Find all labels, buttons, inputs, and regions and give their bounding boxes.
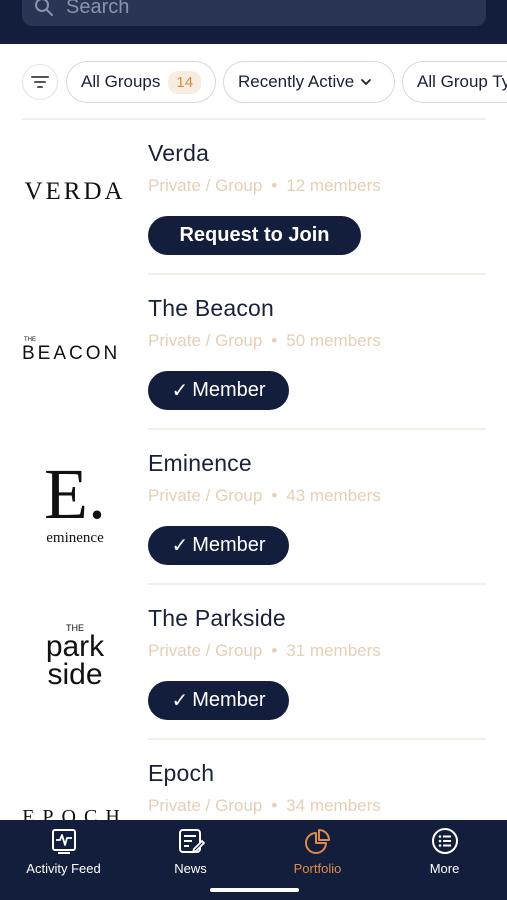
group-name: Verda — [148, 140, 210, 166]
tab-more[interactable]: More — [381, 820, 507, 882]
group-item-epoch[interactable]: EPOCH Epoch Private / Group • 34 members — [0, 740, 507, 820]
group-meta: Private / Group • 43 members — [148, 486, 381, 505]
parkside-logo: THE park side — [45, 623, 105, 691]
group-meta: Private / Group • 50 members — [148, 331, 381, 350]
group-type-chip[interactable]: All Group Types — [402, 61, 507, 103]
group-meta: Private / Group • 31 members — [148, 641, 381, 660]
search-icon — [35, 0, 53, 16]
home-indicator — [210, 888, 299, 892]
group-meta: Private / Group • 12 members — [148, 176, 381, 195]
group-item-the-parkside[interactable]: THE park side The Parkside Private / Gro… — [0, 585, 507, 740]
eminence-logo: E. eminence — [44, 453, 106, 546]
tab-label: News — [174, 861, 207, 876]
beacon-logo: THE BEACON — [22, 337, 121, 364]
portfolio-icon — [304, 829, 330, 854]
all-groups-label: All Groups — [81, 72, 161, 91]
filter-icon — [31, 76, 49, 88]
search-input[interactable] — [66, 0, 446, 19]
filter-button[interactable] — [22, 64, 58, 100]
all-groups-chip[interactable]: All Groups 14 — [66, 61, 216, 103]
group-count-badge: 14 — [168, 70, 202, 94]
sort-chip[interactable]: Recently Active — [223, 61, 395, 103]
sort-label: Recently Active — [238, 72, 355, 91]
verda-logo: VERDA — [24, 178, 126, 205]
activity-feed-icon — [51, 829, 76, 854]
chevron-down-icon — [361, 79, 372, 86]
more-icon — [431, 828, 458, 854]
member-button[interactable]: ✓ Member — [148, 371, 289, 410]
group-item-the-beacon[interactable]: THE BEACON The Beacon Private / Group • 50… — [0, 275, 507, 430]
tab-label: More — [429, 861, 460, 876]
member-button[interactable]: ✓ Member — [148, 681, 289, 720]
group-name: The Beacon — [148, 295, 275, 321]
tab-label: Activity Feed — [26, 861, 101, 876]
news-icon — [178, 829, 205, 854]
group-meta: Private / Group • 34 members — [148, 796, 381, 815]
search-box[interactable] — [22, 0, 486, 26]
request-to-join-button[interactable]: Request to Join — [148, 216, 361, 255]
epoch-logo: EPOCH — [22, 805, 128, 821]
group-type-label: All Group Types — [417, 72, 507, 91]
top-bar — [0, 0, 507, 44]
filter-row: All Groups 14 Recently Active All Group … — [0, 58, 507, 106]
tab-news[interactable]: News — [127, 820, 254, 882]
group-name: Epoch — [148, 760, 215, 786]
group-list: VERDA Verda Private / Group • 12 members R… — [0, 120, 507, 820]
member-button[interactable]: ✓ Member — [148, 526, 289, 565]
group-name: The Parkside — [148, 605, 286, 631]
group-item-verda[interactable]: VERDA Verda Private / Group • 12 members R… — [0, 120, 507, 275]
tab-portfolio[interactable]: Portfolio — [254, 820, 381, 882]
group-name: Eminence — [148, 450, 252, 476]
tab-activity-feed[interactable]: Activity Feed — [0, 820, 127, 882]
group-item-eminence[interactable]: E. eminence Eminence Private / Group • 43 … — [0, 430, 507, 585]
tab-label: Portfolio — [293, 861, 342, 876]
